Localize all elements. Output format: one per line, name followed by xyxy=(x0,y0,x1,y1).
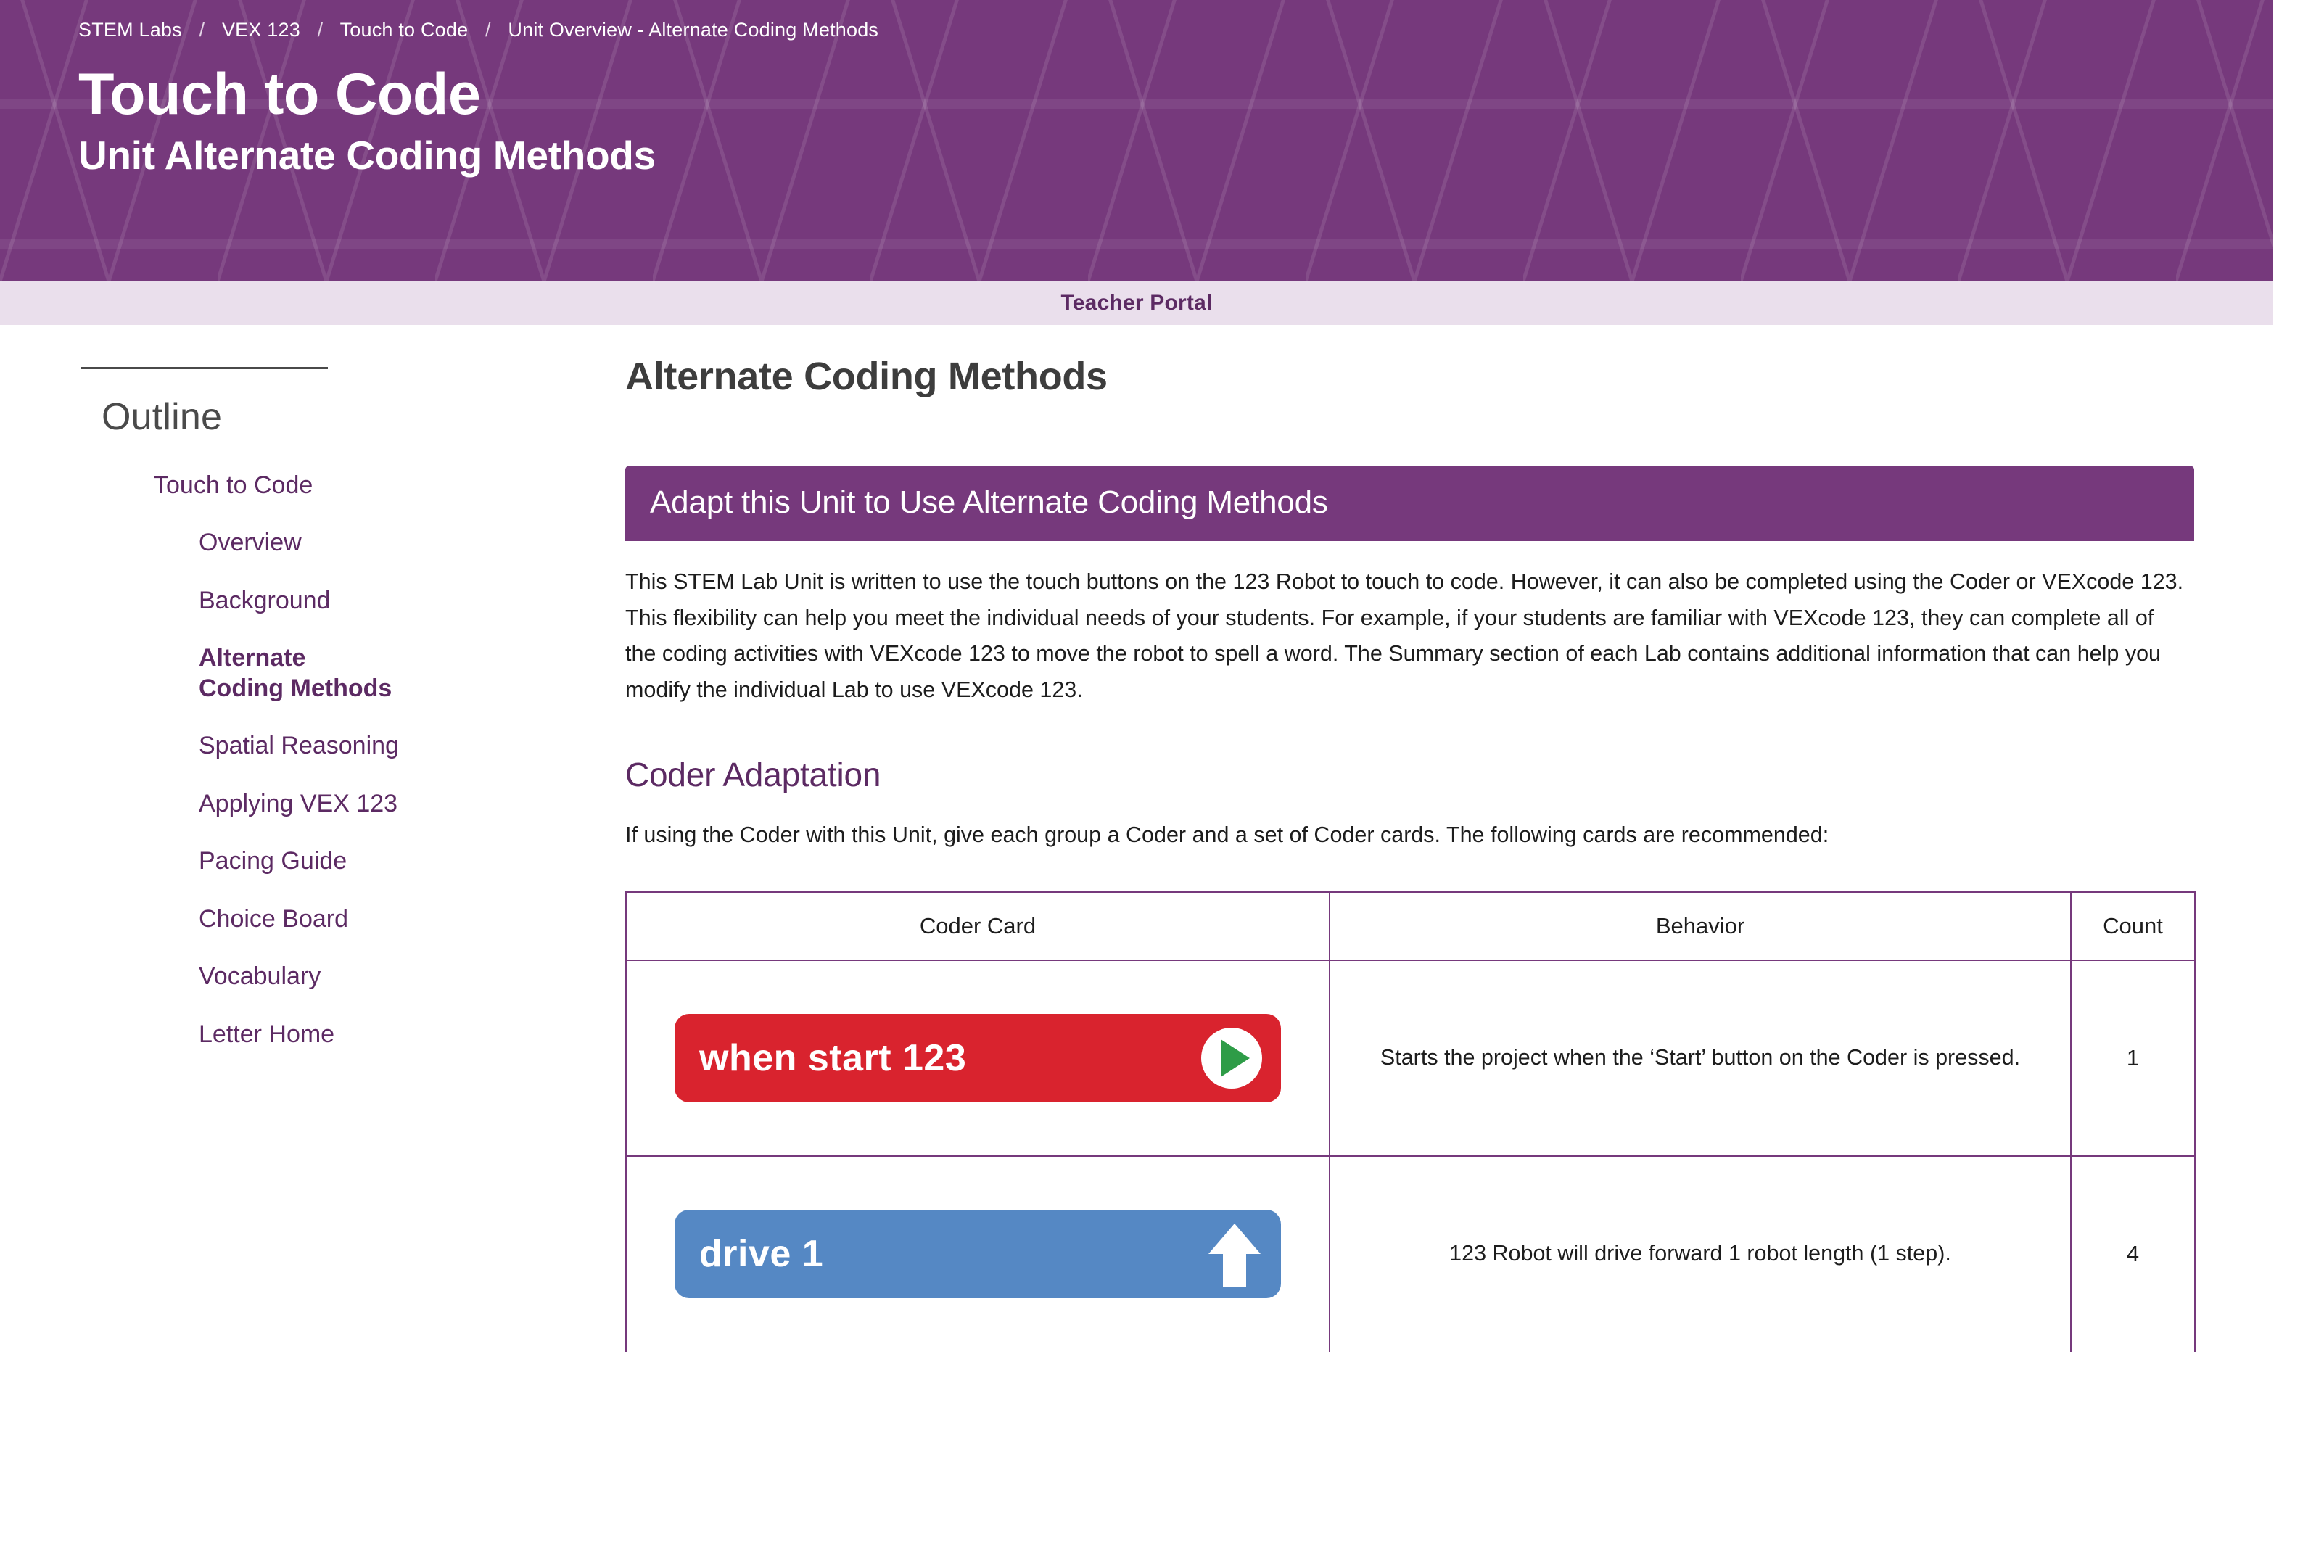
breadcrumb-item-stem-labs[interactable]: STEM Labs xyxy=(78,19,182,41)
breadcrumb-item-touch-to-code[interactable]: Touch to Code xyxy=(340,19,469,41)
sidebar-item-choice-board[interactable]: Choice Board xyxy=(81,904,609,934)
cell-count: 4 xyxy=(2070,1155,2196,1352)
sidebar-item-overview[interactable]: Overview xyxy=(81,528,609,558)
breadcrumb-item-unit-overview[interactable]: Unit Overview - Alternate Coding Methods xyxy=(508,19,878,41)
main-content: Alternate Coding Methods Adapt this Unit… xyxy=(609,341,2324,1352)
sidebar-item-alternate-coding-methods[interactable]: Alternate Coding Methods xyxy=(81,643,393,703)
header-subtitle: Unit Alternate Coding Methods xyxy=(78,132,656,178)
header-title: Touch to Code xyxy=(78,62,481,127)
coder-cards-table: Coder Card Behavior Count when start 123 xyxy=(625,891,2196,1352)
sidebar-item-pacing-guide[interactable]: Pacing Guide xyxy=(81,846,609,876)
breadcrumb-item-vex-123[interactable]: VEX 123 xyxy=(222,19,300,41)
table-row: when start 123 Starts the project when t… xyxy=(625,959,2196,1157)
teacher-portal-bar: Teacher Portal xyxy=(0,281,2273,325)
sidebar-item-applying-vex-123[interactable]: Applying VEX 123 xyxy=(81,789,609,819)
cell-coder-card: drive 1 xyxy=(625,1155,1330,1352)
sidebar-heading: Outline xyxy=(102,396,223,438)
column-header-behavior: Behavior xyxy=(1329,891,2072,961)
header-band-lower xyxy=(0,239,2273,249)
section-paragraph: If using the Coder with this Unit, give … xyxy=(625,822,1829,847)
coder-card-when-start-123: when start 123 xyxy=(675,1013,1281,1102)
breadcrumb-separator: / xyxy=(199,19,205,41)
coder-card-label: when start 123 xyxy=(699,1036,967,1079)
cell-behavior: 123 Robot will drive forward 1 robot len… xyxy=(1329,1155,2072,1352)
sidebar-item-letter-home[interactable]: Letter Home xyxy=(81,1020,609,1049)
site-header: STEM Labs / VEX 123 / Touch to Code / Un… xyxy=(0,0,2273,281)
breadcrumb: STEM Labs / VEX 123 / Touch to Code / Un… xyxy=(78,19,2273,41)
sidebar-item-spatial-reasoning[interactable]: Spatial Reasoning xyxy=(81,731,609,761)
sidebar-item-touch-to-code[interactable]: Touch to Code xyxy=(81,471,609,500)
sidebar-item-background[interactable]: Background xyxy=(81,586,609,616)
table-header-row: Coder Card Behavior Count xyxy=(625,891,2196,961)
section-heading-coder-adaptation: Coder Adaptation xyxy=(625,755,881,793)
column-header-coder-card: Coder Card xyxy=(625,891,1330,961)
page-body: Outline Touch to Code Overview Backgroun… xyxy=(0,325,2324,1352)
play-circle-icon xyxy=(1201,1027,1262,1089)
sidebar-divider xyxy=(81,367,328,369)
breadcrumb-separator: / xyxy=(485,19,491,41)
breadcrumb-separator: / xyxy=(317,19,324,41)
cell-count: 1 xyxy=(2070,959,2196,1157)
intro-paragraph: This STEM Lab Unit is written to use the… xyxy=(625,569,2184,703)
outline-sidebar: Outline Touch to Code Overview Backgroun… xyxy=(0,341,609,1352)
cell-behavior: Starts the project when the ‘Start’ butt… xyxy=(1329,959,2072,1157)
callout-banner-title: Adapt this Unit to Use Alternate Coding … xyxy=(650,484,1328,520)
sidebar-nav: Touch to Code Overview Background Altern… xyxy=(81,471,609,1049)
column-header-count: Count xyxy=(2070,891,2196,961)
coder-card-label: drive 1 xyxy=(699,1233,824,1276)
cell-coder-card: when start 123 xyxy=(625,959,1330,1157)
table-row: drive 1 123 Robot will drive forward 1 r… xyxy=(625,1155,2196,1352)
callout-banner: Adapt this Unit to Use Alternate Coding … xyxy=(625,466,2194,541)
teacher-portal-label: Teacher Portal xyxy=(1060,291,1213,315)
coder-card-drive-1: drive 1 xyxy=(675,1210,1281,1299)
page-title: Alternate Coding Methods xyxy=(625,355,1108,398)
sidebar-item-vocabulary[interactable]: Vocabulary xyxy=(81,962,609,991)
arrow-up-icon xyxy=(1207,1221,1262,1288)
